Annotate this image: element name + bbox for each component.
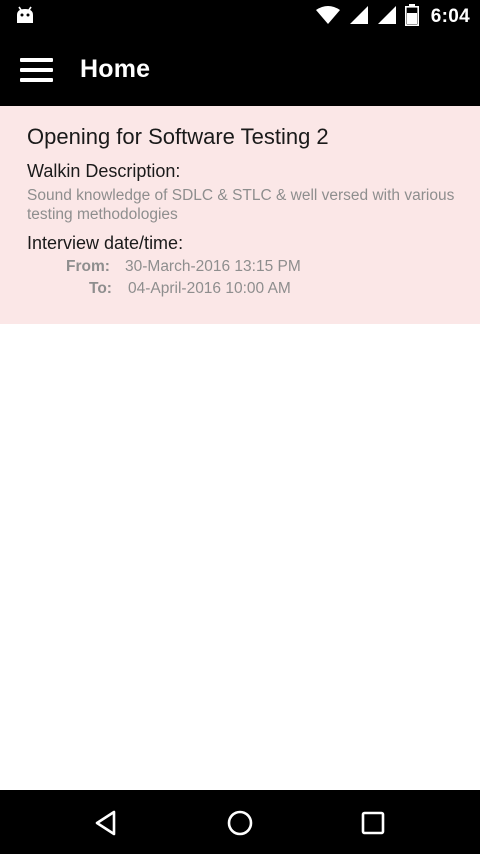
to-value: 04-April-2016 10:00 AM bbox=[128, 280, 291, 297]
hamburger-menu-icon[interactable] bbox=[20, 56, 54, 84]
job-title: Opening for Software Testing 2 bbox=[27, 124, 329, 149]
description-label: Walkin Description: bbox=[27, 161, 181, 181]
from-value: 30-March-2016 13:15 PM bbox=[125, 258, 301, 275]
android-icon bbox=[14, 6, 36, 26]
home-icon[interactable] bbox=[225, 808, 255, 838]
job-card[interactable]: Opening for Software Testing 2 Walkin De… bbox=[0, 106, 480, 324]
status-icons: 6:04 bbox=[315, 0, 470, 34]
interview-label: Interview date/time: bbox=[27, 233, 184, 253]
battery-icon bbox=[404, 3, 419, 31]
screen: 6:04 Home Opening for Software Testing 2… bbox=[0, 0, 480, 854]
description-text: Sound knowledge of SDLC & STLC & well ve… bbox=[27, 187, 455, 223]
page-title: Home bbox=[80, 55, 151, 83]
status-time: 6:04 bbox=[430, 6, 470, 27]
app-bar: Home bbox=[0, 34, 480, 106]
recent-apps-icon[interactable] bbox=[358, 808, 388, 838]
wifi-icon bbox=[315, 5, 341, 30]
back-icon[interactable] bbox=[92, 808, 122, 838]
status-bar: 6:04 bbox=[0, 0, 480, 34]
signal-icon bbox=[377, 5, 397, 30]
from-label: From: bbox=[66, 258, 110, 275]
signal-icon bbox=[349, 5, 369, 30]
navigation-bar bbox=[0, 790, 480, 854]
to-label: To: bbox=[89, 280, 112, 297]
